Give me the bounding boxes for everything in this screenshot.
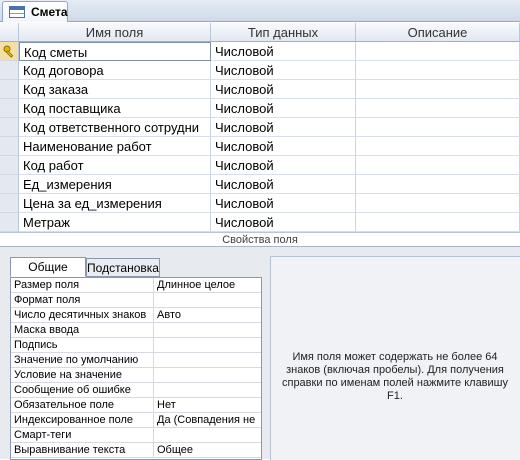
property-name: Обязательное поле <box>11 398 154 413</box>
property-row[interactable]: Значение по умолчанию <box>11 353 261 368</box>
property-name: Число десятичных знаков <box>11 308 154 323</box>
description-cell[interactable] <box>356 156 520 175</box>
field-name-cell[interactable]: Наименование работ <box>19 137 211 156</box>
property-name: Условие на значение <box>11 368 154 383</box>
field-design-grid: Имя поля Тип данных Описание Код сметы Ч… <box>0 23 520 232</box>
field-name-cell[interactable]: Метраж <box>19 213 211 232</box>
row-selector[interactable] <box>0 175 19 194</box>
tab-lookup[interactable]: Подстановка <box>86 258 160 277</box>
property-row[interactable]: Подпись <box>11 338 261 353</box>
property-value[interactable]: Да (Совпадения не <box>155 413 261 428</box>
document-tab-strip: Смета <box>0 0 520 22</box>
description-cell[interactable] <box>356 99 520 118</box>
property-row[interactable]: Выравнивание текста Общее <box>11 443 261 458</box>
help-text: Имя поля может содержать не более 64 зна… <box>281 351 508 402</box>
description-cell[interactable] <box>356 80 520 99</box>
document-tab-label: Смета <box>31 5 68 19</box>
row-selector[interactable] <box>0 194 19 213</box>
tab-general[interactable]: Общие <box>10 257 86 277</box>
field-name-cell[interactable]: Код сметы <box>19 42 211 61</box>
row-selector[interactable] <box>0 213 19 232</box>
property-value[interactable] <box>155 368 261 383</box>
property-value[interactable] <box>155 428 261 443</box>
description-cell[interactable] <box>356 118 520 137</box>
property-name: Маска ввода <box>11 323 154 338</box>
property-row[interactable]: Формат поля <box>11 293 261 308</box>
property-name: Формат поля <box>11 293 154 308</box>
help-panel: Имя поля может содержать не более 64 зна… <box>270 256 520 460</box>
property-value[interactable] <box>155 353 261 368</box>
row-selector[interactable] <box>0 118 19 137</box>
property-name: Значение по умолчанию <box>11 353 154 368</box>
property-row[interactable]: Индексированное поле Да (Совпадения не <box>11 413 261 428</box>
property-row[interactable]: Маска ввода <box>11 323 261 338</box>
property-row[interactable]: Смарт-теги <box>11 428 261 443</box>
grid-corner[interactable] <box>0 23 19 42</box>
property-name: Выравнивание текста <box>11 443 154 458</box>
property-value[interactable] <box>155 293 261 308</box>
data-type-cell[interactable]: Числовой <box>211 137 356 156</box>
data-type-cell[interactable]: Числовой <box>211 42 356 61</box>
column-header-data-type: Тип данных <box>211 23 356 42</box>
property-name: Размер поля <box>11 278 154 293</box>
property-name: Индексированное поле <box>11 413 154 428</box>
property-value[interactable]: Нет <box>155 398 261 413</box>
data-type-cell[interactable]: Числовой <box>211 61 356 80</box>
description-cell[interactable] <box>356 61 520 80</box>
property-name: Смарт-теги <box>11 428 154 443</box>
description-cell[interactable] <box>356 213 520 232</box>
field-properties-caption: Свойства поля <box>0 232 520 246</box>
data-type-cell[interactable]: Числовой <box>211 99 356 118</box>
column-header-description: Описание <box>356 23 520 42</box>
field-name-cell[interactable]: Цена за ед_измерения <box>19 194 211 213</box>
data-type-cell[interactable]: Числовой <box>211 118 356 137</box>
data-type-cell[interactable]: Числовой <box>211 156 356 175</box>
property-row[interactable]: Условие на значение <box>11 368 261 383</box>
field-name-cell[interactable]: Код договора <box>19 61 211 80</box>
property-row[interactable]: Размер поля Длинное целое <box>11 278 261 293</box>
property-sheet: Размер поля Длинное целое Формат поля Чи… <box>10 277 262 460</box>
property-row[interactable]: Обязательное поле Нет <box>11 398 261 413</box>
field-name-cell[interactable]: Код работ <box>19 156 211 175</box>
property-value[interactable] <box>155 338 261 353</box>
row-selector[interactable] <box>0 156 19 175</box>
field-properties-pane: Общие Подстановка Размер поля Длинное це… <box>0 246 520 460</box>
property-value[interactable] <box>155 323 261 338</box>
row-selector[interactable] <box>0 137 19 156</box>
field-name-cell[interactable]: Код ответственного сотрудни <box>19 118 211 137</box>
property-row[interactable]: Число десятичных знаков Авто <box>11 308 261 323</box>
data-type-cell[interactable]: Числовой <box>211 194 356 213</box>
data-type-cell[interactable]: Числовой <box>211 213 356 232</box>
table-icon <box>9 6 25 18</box>
field-name-cell[interactable]: Код поставщика <box>19 99 211 118</box>
column-header-field-name: Имя поля <box>19 23 211 42</box>
property-name: Подпись <box>11 338 154 353</box>
field-name-cell[interactable]: Код заказа <box>19 80 211 99</box>
field-name-cell[interactable]: Ед_измерения <box>19 175 211 194</box>
row-selector[interactable] <box>0 99 19 118</box>
document-tab[interactable]: Смета <box>2 1 68 22</box>
description-cell[interactable] <box>356 137 520 156</box>
property-name: Сообщение об ошибке <box>11 383 154 398</box>
property-row[interactable]: Сообщение об ошибке <box>11 383 261 398</box>
description-cell[interactable] <box>356 194 520 213</box>
property-value[interactable]: Общее <box>155 443 261 458</box>
property-value[interactable]: Длинное целое <box>155 278 261 293</box>
row-selector[interactable] <box>0 42 19 61</box>
property-value[interactable]: Авто <box>155 308 261 323</box>
row-selector[interactable] <box>0 80 19 99</box>
description-cell[interactable] <box>356 42 520 61</box>
key-icon <box>3 45 14 58</box>
property-value[interactable] <box>155 383 261 398</box>
row-selector[interactable] <box>0 61 19 80</box>
data-type-cell[interactable]: Числовой <box>211 175 356 194</box>
data-type-cell[interactable]: Числовой <box>211 80 356 99</box>
description-cell[interactable] <box>356 175 520 194</box>
